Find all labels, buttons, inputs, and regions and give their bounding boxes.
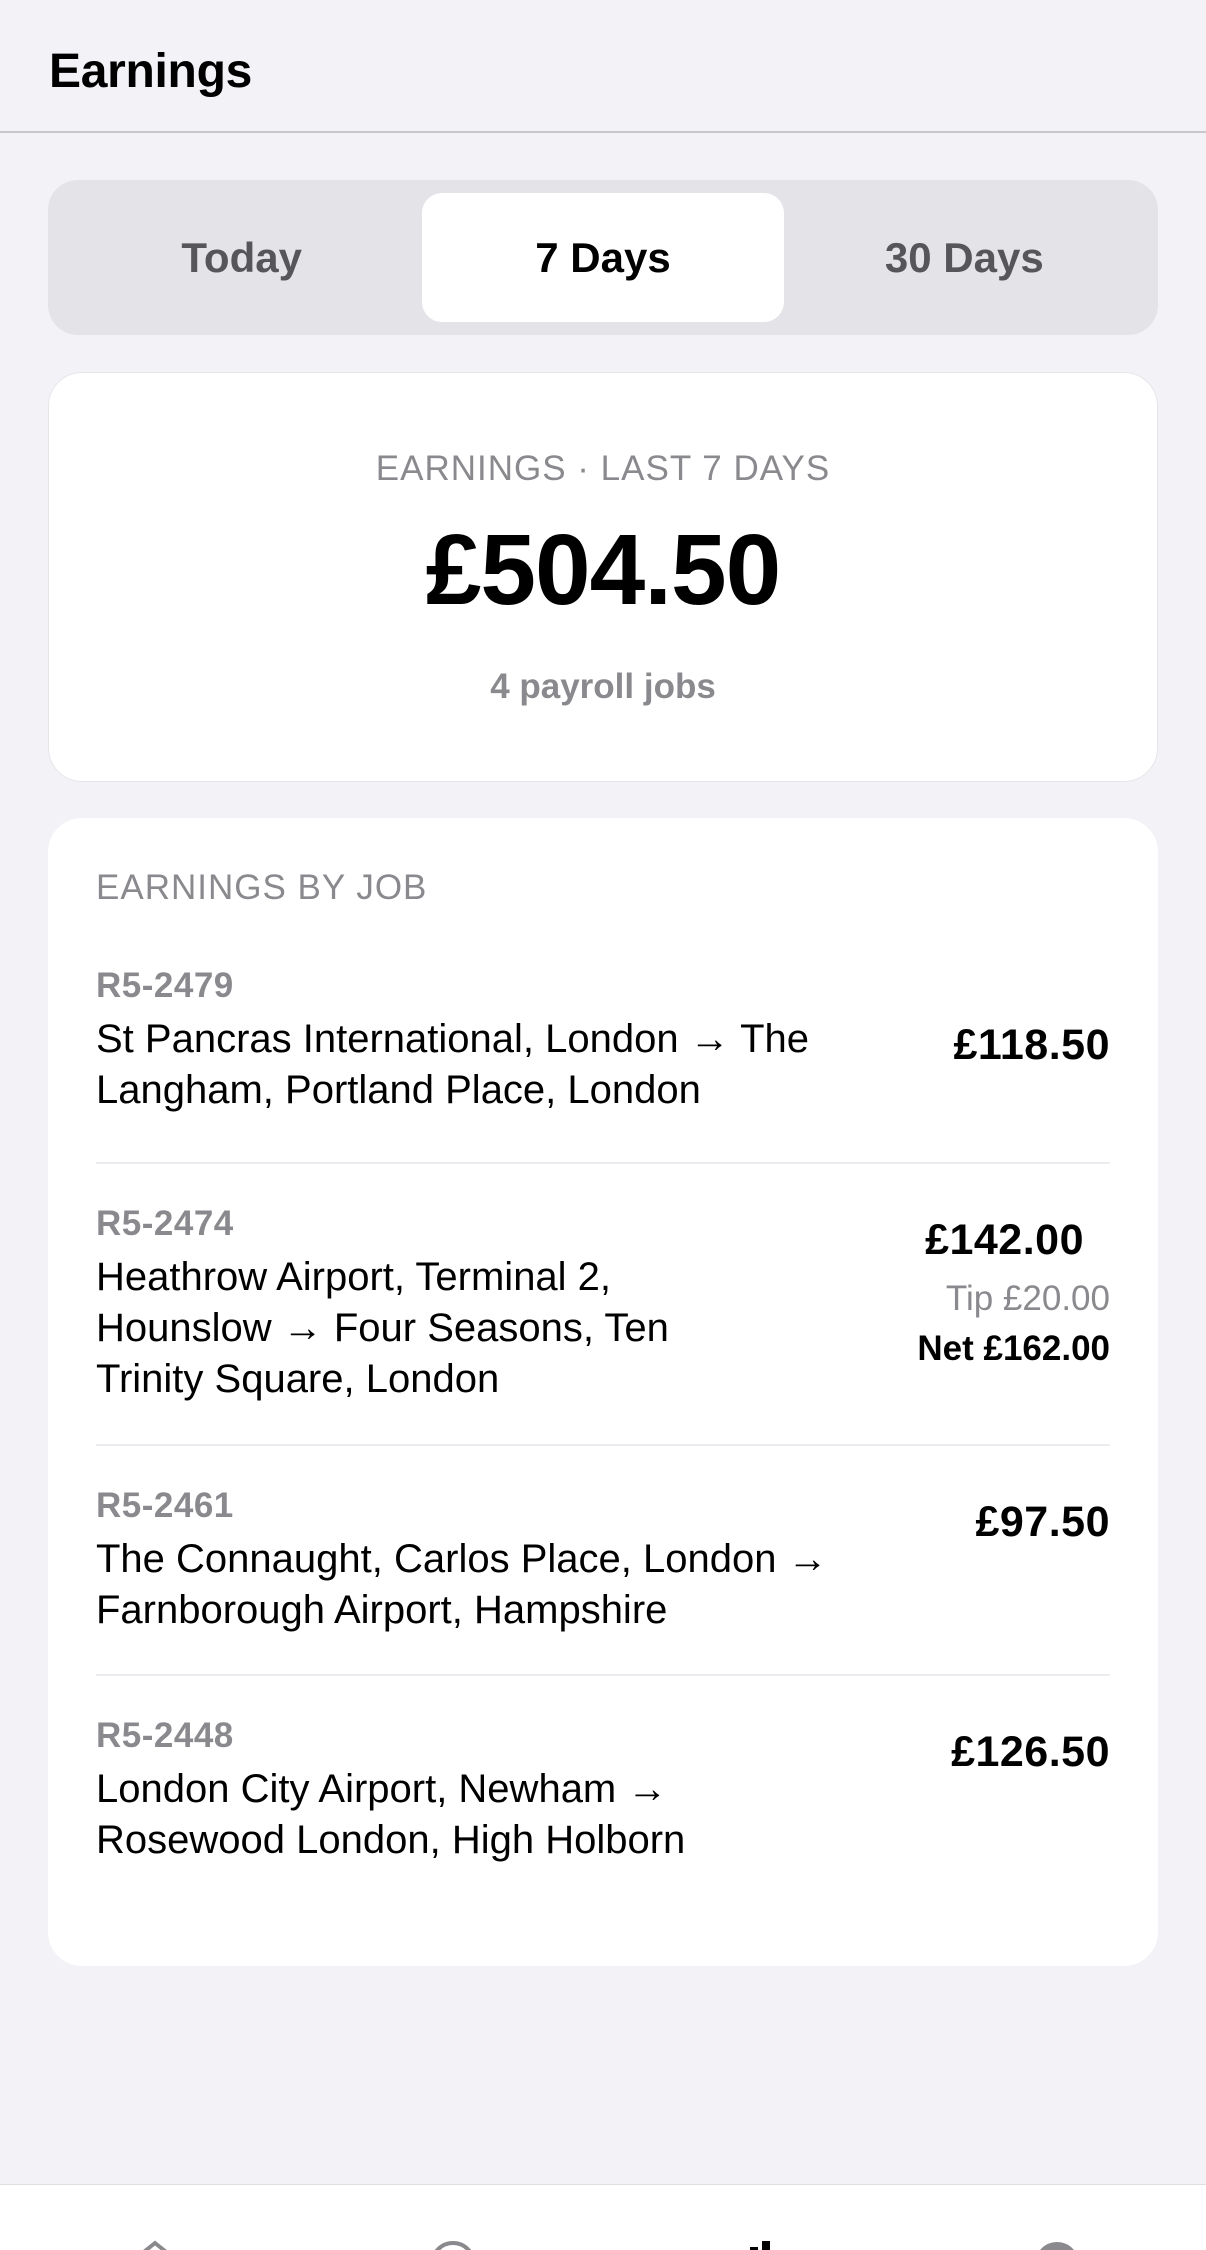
tab-bar — [0, 2184, 1206, 2250]
earnings-summary-card: EARNINGS · LAST 7 DAYS £504.50 4 payroll… — [48, 372, 1158, 782]
header: Earnings — [0, 0, 1206, 133]
tab-30-days[interactable]: 30 Days — [784, 193, 1145, 322]
job-route: Heathrow Airport, Terminal 2, Hounslow →… — [96, 1255, 669, 1401]
job-route: St Pancras International, London → The L… — [96, 1017, 810, 1112]
tab-7-days[interactable]: 7 Days — [422, 193, 784, 322]
tab-today[interactable]: Today — [61, 193, 422, 322]
job-id: R5-2474 — [96, 1204, 234, 1243]
job-id: R5-2448 — [96, 1716, 234, 1755]
home-icon[interactable] — [130, 2239, 180, 2250]
summary-job-count: 4 payroll jobs — [490, 667, 716, 706]
job-route: The Connaught, Carlos Place, London → Fa… — [96, 1537, 828, 1632]
job-row[interactable]: R5-2474 Heathrow Airport, Terminal 2, Ho… — [96, 1164, 1110, 1446]
job-amount: £142.00 — [925, 1216, 1084, 1264]
jobs-heading: EARNINGS BY JOB — [96, 868, 428, 907]
job-amount: £97.50 — [975, 1498, 1110, 1546]
job-row[interactable]: R5-2479 St Pancras International, London… — [96, 966, 1110, 1164]
summary-caption: EARNINGS · LAST 7 DAYS — [375, 449, 831, 488]
job-route: London City Airport, Newham → Rosewood L… — [96, 1767, 686, 1862]
profile-icon[interactable] — [1032, 2239, 1082, 2250]
earnings-by-job-card: EARNINGS BY JOB R5-2479 St Pancras Inter… — [48, 818, 1158, 1966]
job-amount: £126.50 — [951, 1728, 1110, 1776]
job-row[interactable]: R5-2448 London City Airport, Newham → Ro… — [96, 1676, 1110, 1876]
job-row[interactable]: R5-2461 The Connaught, Carlos Place, Lon… — [96, 1446, 1110, 1676]
period-segmented-control: Today 7 Days 30 Days — [48, 180, 1158, 335]
page-title: Earnings — [49, 45, 252, 98]
summary-amount: £504.50 — [425, 514, 781, 626]
job-amount: £118.50 — [953, 1021, 1110, 1069]
chart-icon[interactable] — [740, 2239, 790, 2250]
clock-icon[interactable] — [428, 2239, 478, 2250]
job-tip: Tip £20.00 — [945, 1279, 1110, 1318]
job-id: R5-2461 — [96, 1486, 234, 1525]
job-id: R5-2479 — [96, 966, 234, 1005]
job-net: Net £162.00 — [917, 1329, 1110, 1368]
